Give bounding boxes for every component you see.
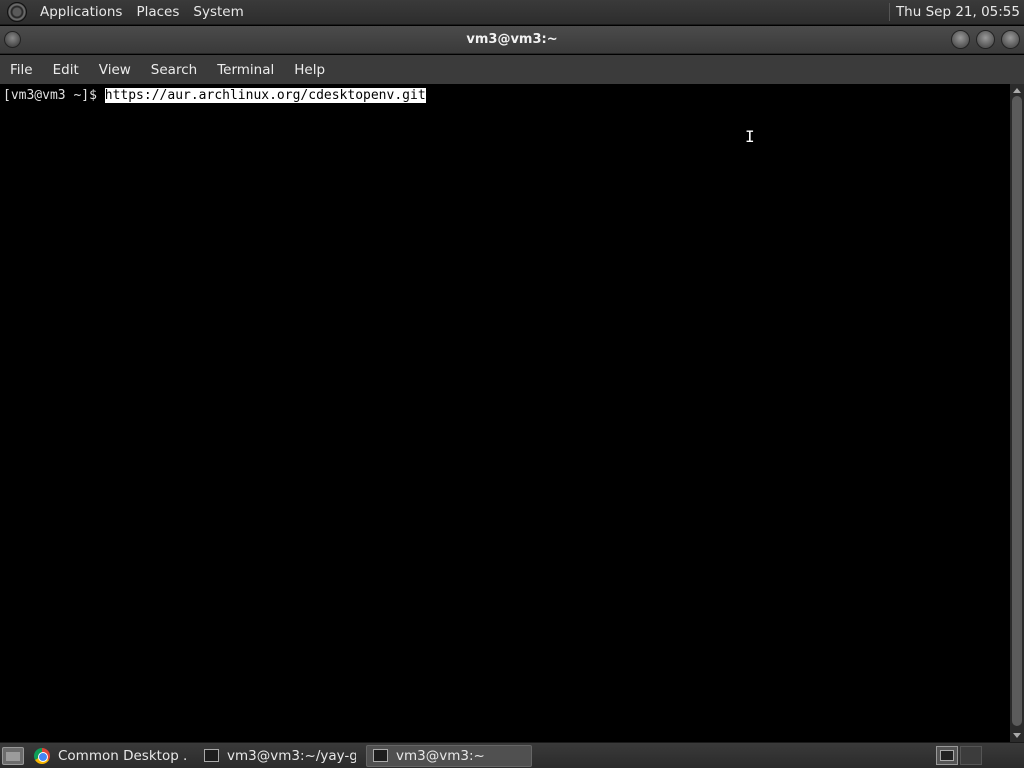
window-controls <box>951 30 1020 49</box>
bottom-panel: Common Desktop ... vm3@vm3:~/yay-git vm3… <box>0 742 1024 768</box>
task-home-terminal[interactable]: vm3@vm3:~ <box>366 744 532 767</box>
window-titlebar[interactable]: vm3@vm3:~ <box>0 26 1024 54</box>
task-common-desktop[interactable]: Common Desktop ... <box>28 745 194 767</box>
menu-file[interactable]: File <box>0 62 43 78</box>
terminal-icon <box>204 749 219 762</box>
task-label: vm3@vm3:~/yay-git <box>227 747 356 764</box>
menu-help[interactable]: Help <box>284 62 335 78</box>
scroll-thumb[interactable] <box>1012 96 1022 726</box>
minimize-button[interactable] <box>951 30 970 49</box>
clock[interactable]: Thu Sep 21, 05:55 <box>896 4 1024 20</box>
menubar: File Edit View Search Terminal Help <box>0 55 1024 84</box>
workspace-switcher-1[interactable] <box>936 746 958 765</box>
maximize-button[interactable] <box>976 30 995 49</box>
mate-logo-icon[interactable] <box>7 2 27 22</box>
text-cursor-icon: I <box>745 127 755 146</box>
task-yay-git-terminal[interactable]: vm3@vm3:~/yay-git <box>198 745 362 767</box>
scroll-down-icon[interactable] <box>1013 733 1021 738</box>
chrome-icon <box>34 747 50 764</box>
task-label: vm3@vm3:~ <box>396 747 485 764</box>
menu-search[interactable]: Search <box>141 62 207 78</box>
selected-url-text[interactable]: https://aur.archlinux.org/cdesktopenv.gi… <box>104 88 426 103</box>
window-menu-icon[interactable] <box>4 31 21 48</box>
close-button[interactable] <box>1001 30 1020 49</box>
top-panel: Applications Places System Thu Sep 21, 0… <box>0 0 1024 25</box>
system-menu[interactable]: System <box>186 4 250 20</box>
panel-separator <box>888 3 890 21</box>
terminal-area[interactable]: [vm3@vm3 ~]$ https://aur.archlinux.org/c… <box>0 84 1010 742</box>
shell-prompt: [vm3@vm3 ~]$ <box>3 88 105 103</box>
scroll-up-icon[interactable] <box>1013 88 1021 93</box>
applications-menu[interactable]: Applications <box>33 4 129 20</box>
show-desktop-icon[interactable] <box>2 746 24 765</box>
menu-edit[interactable]: Edit <box>43 62 89 78</box>
places-menu[interactable]: Places <box>129 4 186 20</box>
window-title: vm3@vm3:~ <box>466 32 558 47</box>
menu-view[interactable]: View <box>89 62 141 78</box>
workspace-switcher-2[interactable] <box>960 746 982 765</box>
terminal-icon <box>373 749 388 762</box>
terminal-scrollbar[interactable] <box>1010 84 1024 742</box>
task-label: Common Desktop ... <box>58 747 188 764</box>
menu-terminal[interactable]: Terminal <box>207 62 284 78</box>
